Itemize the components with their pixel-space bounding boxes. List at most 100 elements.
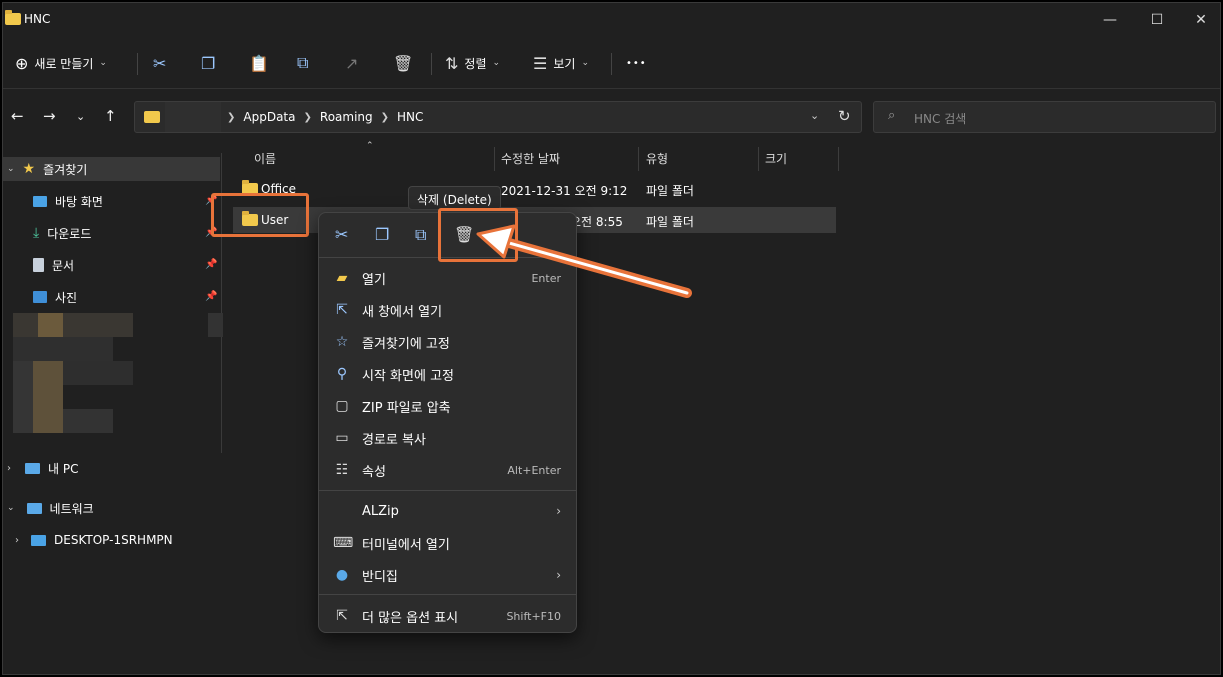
share-button[interactable]: ↗	[345, 51, 358, 75]
network-icon	[26, 502, 42, 514]
sidebar-item-label: DESKTOP-1SRHMPN	[54, 533, 173, 547]
file-date: 2021-12-31 오전 9:12	[501, 184, 628, 198]
close-icon[interactable]: ✕	[1192, 11, 1210, 29]
sidebar-item-network[interactable]: ⌄ 네트워크	[7, 496, 94, 520]
context-open-new-window[interactable]: ⇱ 새 창에서 열기	[319, 295, 576, 325]
context-copy-path[interactable]: ▭ 경로로 복사	[319, 423, 576, 453]
breadcrumb: ❯ AppData ❯ Roaming ❯ HNC	[227, 110, 424, 124]
back-icon[interactable]: ←	[11, 107, 24, 125]
navigation-bar: ← → ⌄ ↑ ❯ AppData ❯ Roaming ❯ HNC ⌄ ↻ ⌕ …	[3, 91, 1220, 139]
copy-button[interactable]: ❐	[201, 51, 215, 75]
computer-icon	[25, 462, 40, 474]
scissors-icon[interactable]: ✂	[335, 225, 348, 244]
chevron-down-icon[interactable]: ⌄	[810, 109, 819, 122]
view-button[interactable]: ☰ 보기 ⌄	[533, 51, 589, 75]
sort-button[interactable]: ⇅ 정렬 ⌄	[445, 51, 500, 75]
sort-icon: ⇅	[445, 53, 459, 73]
up-icon[interactable]: ↑	[104, 107, 117, 125]
breadcrumb-item[interactable]: Roaming	[320, 110, 373, 124]
sidebar-item-label: 즐겨찾기	[43, 162, 88, 177]
sidebar-item-desktop[interactable]: 바탕 화면	[33, 189, 103, 213]
highlight-box	[211, 193, 309, 237]
paste-button[interactable]: 📋	[249, 51, 269, 75]
context-shortcut: Shift+F10	[506, 609, 561, 623]
context-item-label: 반디집	[362, 569, 398, 585]
context-open[interactable]: ▰ 열기 Enter	[319, 263, 576, 293]
sort-label: 정렬	[464, 56, 487, 71]
sidebar-item-documents[interactable]: 문서	[33, 253, 74, 277]
table-row[interactable]: Office 2021-12-31 오전 9:12 파일 폴더	[233, 176, 838, 202]
context-item-label: 터미널에서 열기	[362, 537, 450, 553]
chevron-down-icon: ⌄	[7, 164, 15, 174]
scissors-icon: ✂	[153, 53, 167, 73]
view-label: 보기	[553, 56, 576, 71]
sidebar-item-desktop-computer[interactable]: › DESKTOP-1SRHMPN	[15, 528, 173, 552]
context-item-label: 경로로 복사	[362, 432, 426, 448]
column-name[interactable]: 이름	[254, 150, 276, 170]
context-item-label: 속성	[362, 464, 386, 480]
sidebar-item-label: 내 PC	[48, 461, 79, 476]
sidebar-item-this-pc[interactable]: › 내 PC	[7, 456, 78, 480]
maximize-icon[interactable]: ☐	[1148, 11, 1166, 29]
context-pin-start[interactable]: ⚲ 시작 화면에 고정	[319, 359, 576, 389]
forward-icon[interactable]: →	[43, 107, 56, 125]
context-item-label: 시작 화면에 고정	[362, 368, 454, 384]
delete-button[interactable]: 🗑	[393, 51, 413, 75]
blurred-path	[165, 102, 221, 132]
cut-button[interactable]: ✂	[153, 51, 166, 75]
explorer-window: HNC — ☐ ✕ ⊕ 새로 만들기 ⌄ ✂ ❐ 📋 ⧉ ↗ 🗑 ⇅ 정렬 ⌄ …	[2, 2, 1221, 675]
recent-chevron-icon[interactable]: ⌄	[76, 110, 85, 123]
rename-icon[interactable]: ⧉	[415, 225, 426, 245]
file-type: 파일 폴더	[646, 215, 694, 229]
rename-button[interactable]: ⧉	[297, 51, 308, 75]
new-button[interactable]: ⊕ 새로 만들기 ⌄	[15, 51, 107, 75]
download-icon: ⤓	[33, 225, 40, 241]
sidebar-item-label: 네트워크	[49, 501, 94, 516]
sidebar-item-downloads[interactable]: ⤓ 다운로드	[33, 221, 91, 245]
copy-icon[interactable]: ❐	[375, 225, 389, 244]
more-options-icon: ⇱	[336, 608, 348, 624]
more-button[interactable]: •••	[626, 51, 647, 75]
chevron-down-icon: ⌄	[7, 503, 15, 513]
context-properties[interactable]: ☷ 속성 Alt+Enter	[319, 455, 576, 485]
context-more-options[interactable]: ⇱ 더 많은 옵션 표시 Shift+F10	[319, 601, 576, 631]
context-alzip[interactable]: ALZip ›	[319, 496, 576, 526]
breadcrumb-item[interactable]: AppData	[243, 110, 295, 124]
desktop-icon	[33, 195, 47, 207]
refresh-icon[interactable]: ↻	[838, 107, 851, 125]
minimize-icon[interactable]: —	[1101, 11, 1119, 29]
folder-icon	[144, 111, 160, 123]
context-menu: ✂ ❐ ⧉ 🗑 ▰ 열기 Enter ⇱ 새 창에서 열기 ☆ 즐겨찾기에 고정…	[318, 212, 577, 633]
context-pin-quick-access[interactable]: ☆ 즐겨찾기에 고정	[319, 327, 576, 357]
sidebar-item-label: 사진	[55, 290, 78, 305]
bandizip-icon: ●	[335, 567, 349, 583]
search-icon: ⌕	[888, 108, 896, 123]
window-title: HNC	[24, 12, 51, 26]
column-type[interactable]: 유형	[646, 150, 668, 170]
more-icon: •••	[626, 57, 647, 69]
trash-icon: 🗑	[393, 53, 414, 73]
highlight-box	[438, 208, 518, 262]
sidebar-item-label: 다운로드	[47, 226, 92, 241]
context-shortcut: Enter	[531, 271, 561, 285]
context-open-terminal[interactable]: ⌨ 터미널에서 열기	[319, 528, 576, 558]
sidebar-item-pictures[interactable]: 사진	[33, 285, 77, 309]
search-input[interactable]: ⌕ HNC 검색	[873, 101, 1216, 133]
sidebar-item-label: 바탕 화면	[55, 194, 103, 209]
sidebar-item-quick-access[interactable]: ⌄ ★ 즐겨찾기	[3, 157, 220, 181]
pictures-icon	[33, 291, 47, 303]
column-date[interactable]: 수정한 날짜	[501, 150, 560, 170]
copy-path-icon: ▭	[335, 430, 349, 446]
context-bandizip[interactable]: ● 반디집 ›	[319, 560, 576, 590]
column-size[interactable]: 크기	[765, 150, 787, 170]
address-bar[interactable]: ❯ AppData ❯ Roaming ❯ HNC ⌄ ↻	[134, 101, 862, 133]
context-item-label: 더 많은 옵션 표시	[362, 610, 459, 626]
paste-icon: 📋	[249, 53, 269, 73]
terminal-icon: ⌨	[333, 535, 354, 551]
new-window-icon: ⇱	[336, 302, 348, 318]
star-icon: ☆	[335, 334, 349, 350]
computer-icon	[31, 534, 46, 546]
context-zip[interactable]: ▢ ZIP 파일로 압축	[319, 391, 576, 421]
breadcrumb-item[interactable]: HNC	[397, 110, 423, 124]
folder-icon	[5, 10, 21, 25]
